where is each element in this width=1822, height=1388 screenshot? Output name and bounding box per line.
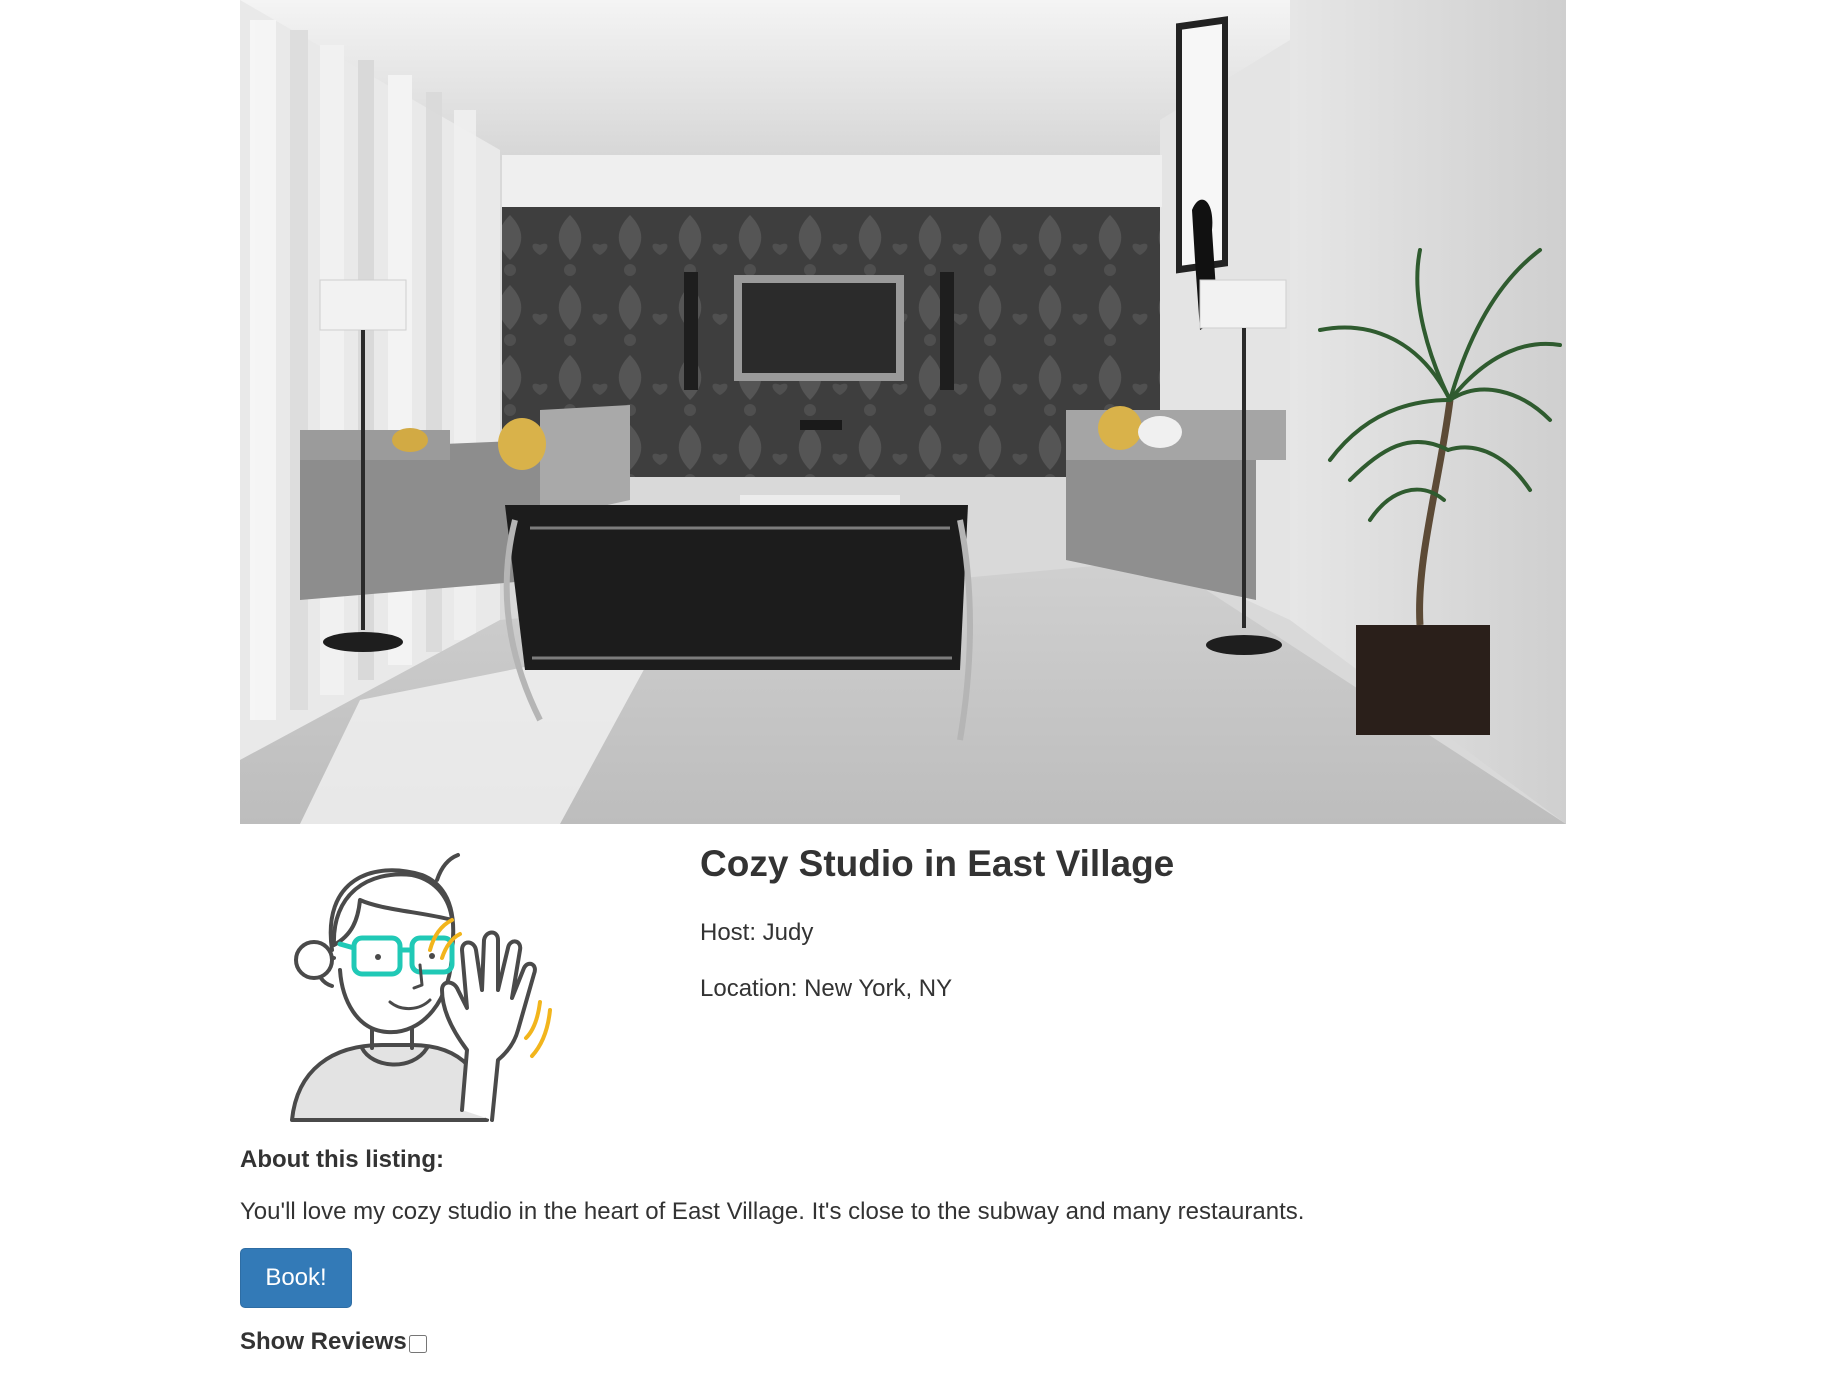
listing-photo xyxy=(240,0,1566,824)
book-button[interactable]: Book! xyxy=(240,1248,352,1308)
listing-location: Location: New York, NY xyxy=(700,974,953,1002)
about-text: You'll love my cozy studio in the heart … xyxy=(240,1198,1305,1225)
host-avatar xyxy=(262,840,662,1130)
show-reviews-label: Show Reviews xyxy=(240,1328,407,1355)
show-reviews-checkbox[interactable] xyxy=(408,1335,427,1353)
listing-title: Cozy Studio in East Village xyxy=(700,843,1175,884)
listing-info: Cozy Studio in East Village Host: Judy L… xyxy=(700,842,1560,1006)
host-name: Host: Judy xyxy=(700,919,814,947)
about-heading: About this listing: xyxy=(240,1146,444,1173)
show-reviews-toggle[interactable]: Show Reviews xyxy=(240,1328,427,1356)
